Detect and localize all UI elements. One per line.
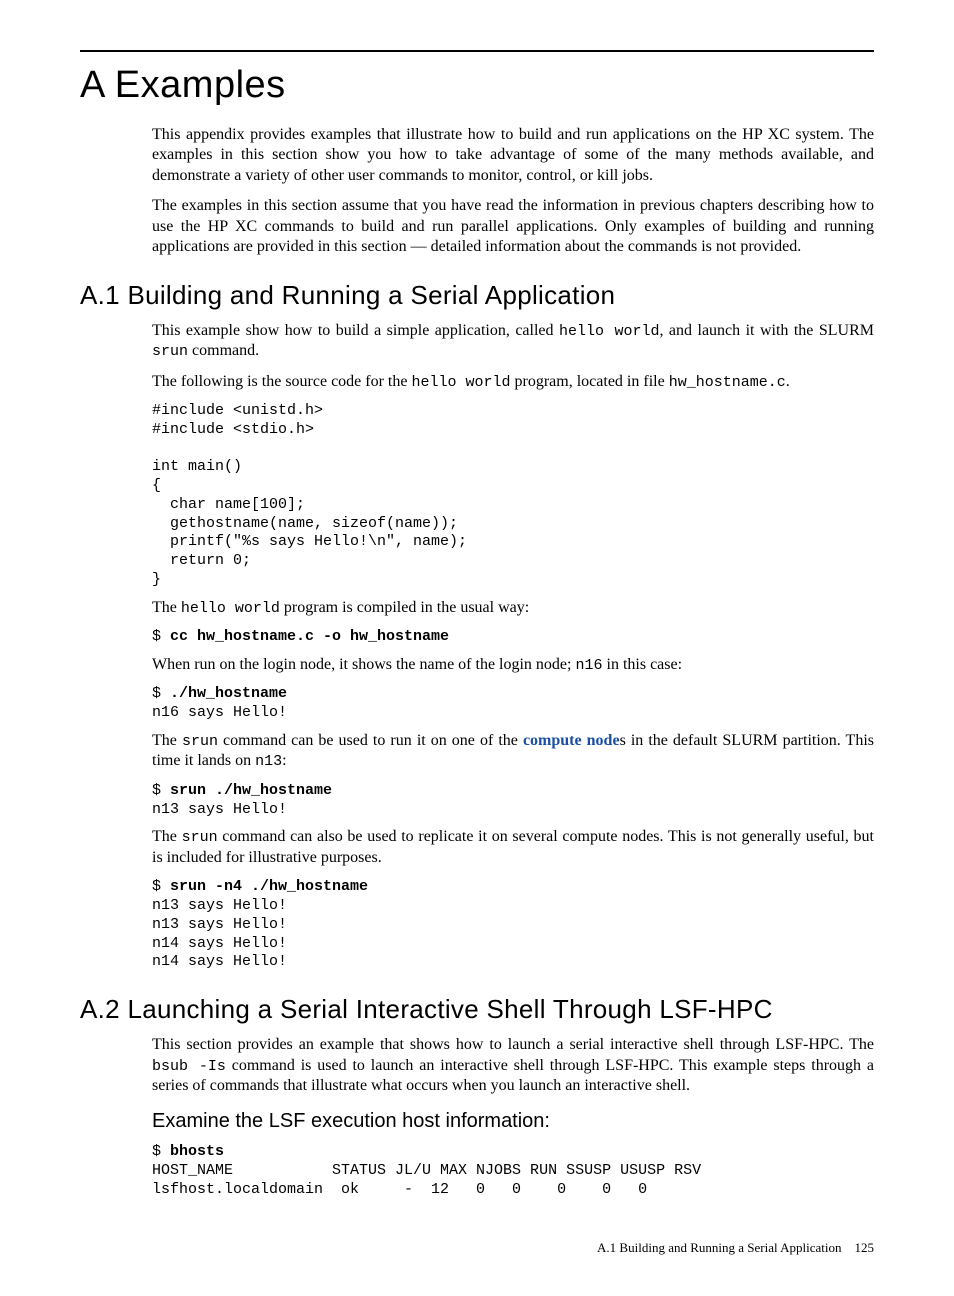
a2-subheading: Examine the LSF execution host informati…	[152, 1110, 874, 1133]
command: cc hw_hostname.c -o hw_hostname	[170, 628, 449, 645]
text: :	[282, 752, 286, 769]
inline-code: srun	[182, 829, 218, 846]
command: ./hw_hostname	[170, 685, 287, 702]
inline-code: hello world	[411, 374, 510, 391]
command: srun -n4 ./hw_hostname	[170, 878, 368, 895]
prompt: $	[152, 685, 170, 702]
a1-paragraph-1: This example show how to build a simple …	[152, 321, 874, 362]
inline-code: n16	[575, 657, 602, 674]
a1-paragraph-2: The following is the source code for the…	[152, 372, 874, 392]
text: This example show how to build a simple …	[152, 322, 559, 339]
source-code-block: #include <unistd.h> #include <stdio.h> i…	[152, 402, 874, 590]
link-compute-node[interactable]: compute node	[523, 732, 620, 749]
compile-command-block: $ cc hw_hostname.c -o hw_hostname	[152, 628, 874, 647]
text: in this case:	[603, 656, 683, 673]
page-footer: A.1 Building and Running a Serial Applic…	[80, 1240, 874, 1256]
text: program, located in file	[511, 373, 669, 390]
a1-paragraph-6: The srun command can also be used to rep…	[152, 827, 874, 868]
text: The	[152, 599, 181, 616]
intro-paragraph-2: The examples in this section assume that…	[152, 196, 874, 257]
prompt: $	[152, 878, 170, 895]
text: This section provides an example that sh…	[152, 1036, 874, 1053]
text: The following is the source code for the	[152, 373, 411, 390]
prompt: $	[152, 782, 170, 799]
output: HOST_NAME STATUS JL/U MAX NJOBS RUN SSUS…	[152, 1162, 701, 1198]
a1-paragraph-3: The hello world program is compiled in t…	[152, 598, 874, 618]
inline-code: hw_hostname.c	[669, 374, 786, 391]
text: The	[152, 732, 182, 749]
command: srun ./hw_hostname	[170, 782, 332, 799]
run2-block: $ srun ./hw_hostname n13 says Hello!	[152, 782, 874, 820]
footer-text: A.1 Building and Running a Serial Applic…	[597, 1240, 841, 1255]
text: command.	[188, 342, 259, 359]
a2-paragraph-1: This section provides an example that sh…	[152, 1035, 874, 1096]
run3-block: $ srun -n4 ./hw_hostname n13 says Hello!…	[152, 878, 874, 972]
section-a2-heading: A.2 Launching a Serial Interactive Shell…	[80, 994, 874, 1025]
text: command is used to launch an interactive…	[152, 1057, 874, 1094]
output: n13 says Hello!	[152, 801, 287, 818]
page-number: 125	[855, 1240, 875, 1255]
text: , and launch it with the SLURM	[659, 322, 874, 339]
top-rule	[80, 50, 874, 52]
prompt: $	[152, 628, 170, 645]
a1-paragraph-5: The srun command can be used to run it o…	[152, 731, 874, 772]
run1-block: $ ./hw_hostname n16 says Hello!	[152, 685, 874, 723]
bhosts-block: $ bhosts HOST_NAME STATUS JL/U MAX NJOBS…	[152, 1143, 874, 1199]
text: command can also be used to replicate it…	[152, 828, 874, 865]
command: bhosts	[170, 1143, 224, 1160]
text: When run on the login node, it shows the…	[152, 656, 575, 673]
section-a1-heading: A.1 Building and Running a Serial Applic…	[80, 280, 874, 311]
text: .	[786, 373, 790, 390]
output: n13 says Hello! n13 says Hello! n14 says…	[152, 897, 287, 970]
prompt: $	[152, 1143, 170, 1160]
text: command can be used to run it on one of …	[218, 732, 523, 749]
inline-code: n13	[255, 753, 282, 770]
text: The	[152, 828, 182, 845]
output: n16 says Hello!	[152, 704, 287, 721]
inline-code: bsub -Is	[152, 1058, 226, 1075]
inline-code: hello world	[559, 323, 659, 340]
appendix-title: A Examples	[80, 64, 874, 107]
inline-code: srun	[152, 343, 188, 360]
inline-code: hello world	[181, 600, 280, 617]
intro-paragraph-1: This appendix provides examples that ill…	[152, 125, 874, 186]
text: program is compiled in the usual way:	[280, 599, 529, 616]
a1-paragraph-4: When run on the login node, it shows the…	[152, 655, 874, 675]
inline-code: srun	[182, 733, 218, 750]
